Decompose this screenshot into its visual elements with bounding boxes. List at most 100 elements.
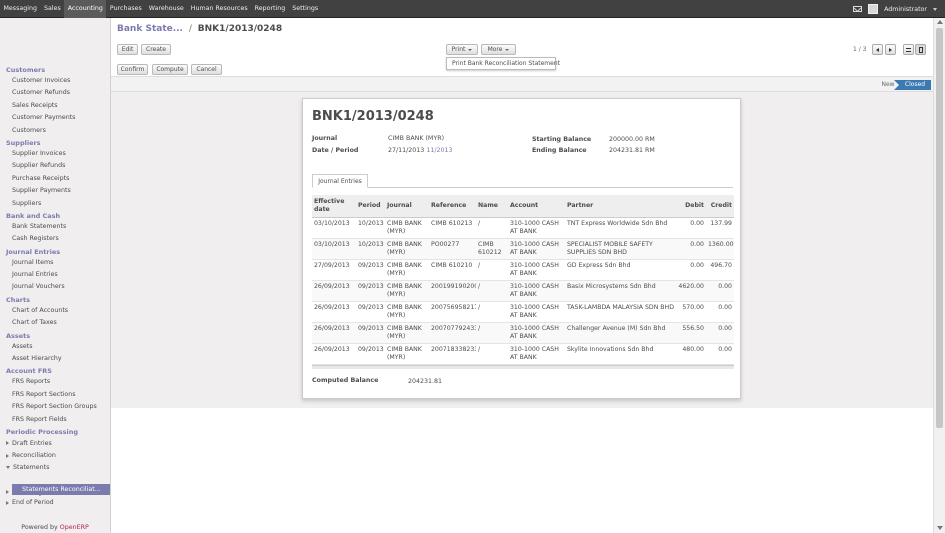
sidebar-item-asset-hierarchy[interactable]: Asset Hierarchy bbox=[0, 353, 110, 365]
more-button[interactable]: More bbox=[481, 44, 516, 55]
pager-next-button[interactable] bbox=[885, 44, 896, 55]
cell-effective-date: 26/09/2013 bbox=[312, 301, 356, 323]
sidebar-item-reconciliation[interactable]: Reconciliation bbox=[0, 449, 110, 461]
sidebar-item-supplier-payments[interactable]: Supplier Payments bbox=[0, 185, 110, 197]
form-sheet: BNK1/2013/0248 Journal CIMB BANK (MYR) D… bbox=[302, 98, 741, 399]
sidebar-item-statements[interactable]: Statements bbox=[0, 462, 110, 474]
cell-account: 310-1000 CASH AT BANK bbox=[508, 217, 565, 239]
sidebar-item-customer-payments[interactable]: Customer Payments bbox=[0, 112, 110, 124]
breadcrumb: Bank State... / BNK1/2013/0248 bbox=[117, 24, 282, 34]
sidebar-item-customer-refunds[interactable]: Customer Refunds bbox=[0, 87, 110, 99]
scrollbar-thumb[interactable] bbox=[936, 28, 943, 428]
openerp-link[interactable]: OpenERP bbox=[60, 524, 89, 531]
create-button[interactable]: Create bbox=[141, 44, 171, 55]
column-header-journal[interactable]: Journal bbox=[385, 195, 429, 218]
table-row[interactable]: 03/10/2013 10/2013 CIMB BANK (MYR) CIMB 610… bbox=[312, 217, 734, 239]
sidebar-item-assets[interactable]: Assets bbox=[0, 341, 110, 353]
cancel-button[interactable]: Cancel bbox=[191, 64, 222, 75]
pager-counter: 1 / 3 bbox=[853, 46, 867, 53]
sidebar-item-journal-items[interactable]: Journal Items bbox=[0, 257, 110, 269]
table-row[interactable]: 26/09/2013 09/2013 CIMB BANK (MYR) 20070779… bbox=[312, 322, 734, 344]
column-header-reference[interactable]: Reference bbox=[429, 195, 476, 218]
chevron-down-icon[interactable] bbox=[933, 7, 937, 11]
column-header-debit[interactable]: Debit bbox=[676, 195, 706, 218]
menu-item-reporting[interactable]: Reporting bbox=[251, 0, 289, 18]
sidebar-section-charts: Charts bbox=[6, 295, 30, 304]
table-row[interactable]: 27/09/2013 09/2013 CIMB BANK (MYR) CIMB 610… bbox=[312, 259, 734, 281]
sidebar-item-customer-invoices[interactable]: Customer Invoices bbox=[0, 75, 110, 87]
tab-journal-entries[interactable]: Journal Entries bbox=[312, 174, 368, 188]
sidebar-item-purchase-receipts[interactable]: Purchase Receipts bbox=[0, 173, 110, 185]
logo-area bbox=[0, 18, 110, 62]
sidebar-item-frs-report-sections[interactable]: FRS Report Sections bbox=[0, 389, 110, 401]
sidebar-item-journal-vouchers[interactable]: Journal Vouchers bbox=[0, 281, 110, 293]
journal-label: Journal bbox=[312, 135, 338, 142]
menu-item-human-resources[interactable]: Human Resources bbox=[187, 0, 251, 18]
sidebar-item-cash-registers[interactable]: Cash Registers bbox=[0, 233, 110, 245]
sidebar-item-draft-entries[interactable]: Draft Entries bbox=[0, 437, 110, 449]
cell-effective-date: 26/09/2013 bbox=[312, 280, 356, 302]
column-header-effective-date[interactable]: Effective date bbox=[312, 195, 356, 218]
user-menu[interactable]: Administrator bbox=[884, 6, 927, 13]
sidebar-item-frs-report-fields[interactable]: FRS Report Fields bbox=[0, 414, 110, 426]
sidebar-item-statements-reconciliation[interactable]: Statements Reconciliat... bbox=[12, 484, 110, 495]
table-row[interactable]: 26/09/2013 09/2013 CIMB BANK (MYR) 20019919… bbox=[312, 280, 734, 302]
sidebar-item-journal-entries[interactable]: Journal Entries bbox=[0, 269, 110, 281]
menu-item-sales[interactable]: Sales bbox=[40, 0, 64, 18]
table-row[interactable]: 26/09/2013 09/2013 CIMB BANK (MYR) 20071833… bbox=[312, 343, 734, 365]
edit-button[interactable]: Edit bbox=[117, 44, 138, 55]
print-dropdown-item[interactable]: Print Bank Reconciliation Statement bbox=[446, 57, 560, 70]
sidebar-item-label: Draft Entries bbox=[12, 439, 52, 447]
breadcrumb-parent[interactable]: Bank State... bbox=[117, 24, 183, 34]
compute-button[interactable]: Compute bbox=[152, 64, 188, 75]
sidebar-item-chart-of-accounts[interactable]: Chart of Accounts bbox=[0, 305, 110, 317]
sidebar-item-supplier-invoices[interactable]: Supplier Invoices bbox=[0, 148, 110, 160]
menu-item-accounting[interactable]: Accounting bbox=[64, 0, 107, 18]
cell-credit: 1360.00 bbox=[706, 238, 734, 260]
sidebar-item-bank-statements[interactable]: Bank Statements bbox=[0, 221, 110, 233]
sidebar-item-sales-receipts[interactable]: Sales Receipts bbox=[0, 100, 110, 112]
pager-previous-button[interactable] bbox=[872, 44, 883, 55]
cell-debit: 556.50 bbox=[676, 322, 706, 344]
sidebar-item-chart-of-taxes[interactable]: Chart of Taxes bbox=[0, 317, 110, 329]
column-header-period[interactable]: Period bbox=[356, 195, 385, 218]
menu-item-purchases[interactable]: Purchases bbox=[106, 0, 145, 18]
main-menu: Messaging Sales Accounting Purchases Warehou… bbox=[0, 0, 322, 18]
column-header-name[interactable]: Name bbox=[476, 195, 508, 218]
menu-item-warehouse[interactable]: Warehouse bbox=[145, 0, 187, 18]
cell-partner: Challenger Avenue (M) Sdn Bhd bbox=[565, 322, 676, 344]
sidebar-item-frs-report-section-groups[interactable]: FRS Report Section Groups bbox=[0, 401, 110, 413]
menu-item-messaging[interactable]: Messaging bbox=[0, 0, 40, 18]
avatar[interactable] bbox=[868, 4, 879, 14]
cell-period: 09/2013 bbox=[356, 301, 385, 323]
menu-item-settings[interactable]: Settings bbox=[289, 0, 322, 18]
column-header-credit[interactable]: Credit bbox=[706, 195, 734, 218]
mail-icon[interactable] bbox=[853, 6, 863, 12]
sidebar-item-end-of-period[interactable]: End of Period bbox=[0, 499, 110, 507]
journal-value: CIMB BANK (MYR) bbox=[388, 135, 445, 142]
statusbar: New Closed bbox=[111, 76, 933, 92]
form-view-button[interactable] bbox=[915, 44, 926, 55]
stage-closed[interactable]: Closed bbox=[894, 80, 931, 90]
sidebar-item-suppliers[interactable]: Suppliers bbox=[0, 198, 110, 210]
sidebar-item-supplier-refunds[interactable]: Supplier Refunds bbox=[0, 160, 110, 172]
cell-effective-date: 26/09/2013 bbox=[312, 322, 356, 344]
scroll-up-icon[interactable] bbox=[937, 20, 943, 24]
sidebar-section-bank-and-cash: Bank and Cash bbox=[6, 211, 61, 220]
chevron-right-icon bbox=[889, 48, 892, 52]
cell-reference: CIMB 610210 bbox=[429, 259, 476, 281]
page-scrollbar[interactable] bbox=[933, 18, 945, 533]
ending-balance-value: 204231.81 RM bbox=[609, 147, 655, 154]
table-row[interactable]: 26/09/2013 09/2013 CIMB BANK (MYR) 20075695… bbox=[312, 301, 734, 323]
column-header-partner[interactable]: Partner bbox=[565, 195, 676, 218]
period-link[interactable]: 11/2013 bbox=[426, 147, 452, 154]
column-header-account[interactable]: Account bbox=[508, 195, 565, 218]
table-row[interactable]: 03/10/2013 10/2013 CIMB BANK (MYR) PO00277 C… bbox=[312, 238, 734, 260]
list-view-button[interactable] bbox=[903, 44, 914, 55]
cell-period: 09/2013 bbox=[356, 280, 385, 302]
sidebar-item-frs-reports[interactable]: FRS Reports bbox=[0, 376, 110, 388]
confirm-button[interactable]: Confirm bbox=[117, 64, 148, 75]
scroll-down-icon[interactable] bbox=[937, 526, 943, 530]
sidebar-item-customers[interactable]: Customers bbox=[0, 125, 110, 137]
print-button[interactable]: Print bbox=[446, 44, 478, 55]
